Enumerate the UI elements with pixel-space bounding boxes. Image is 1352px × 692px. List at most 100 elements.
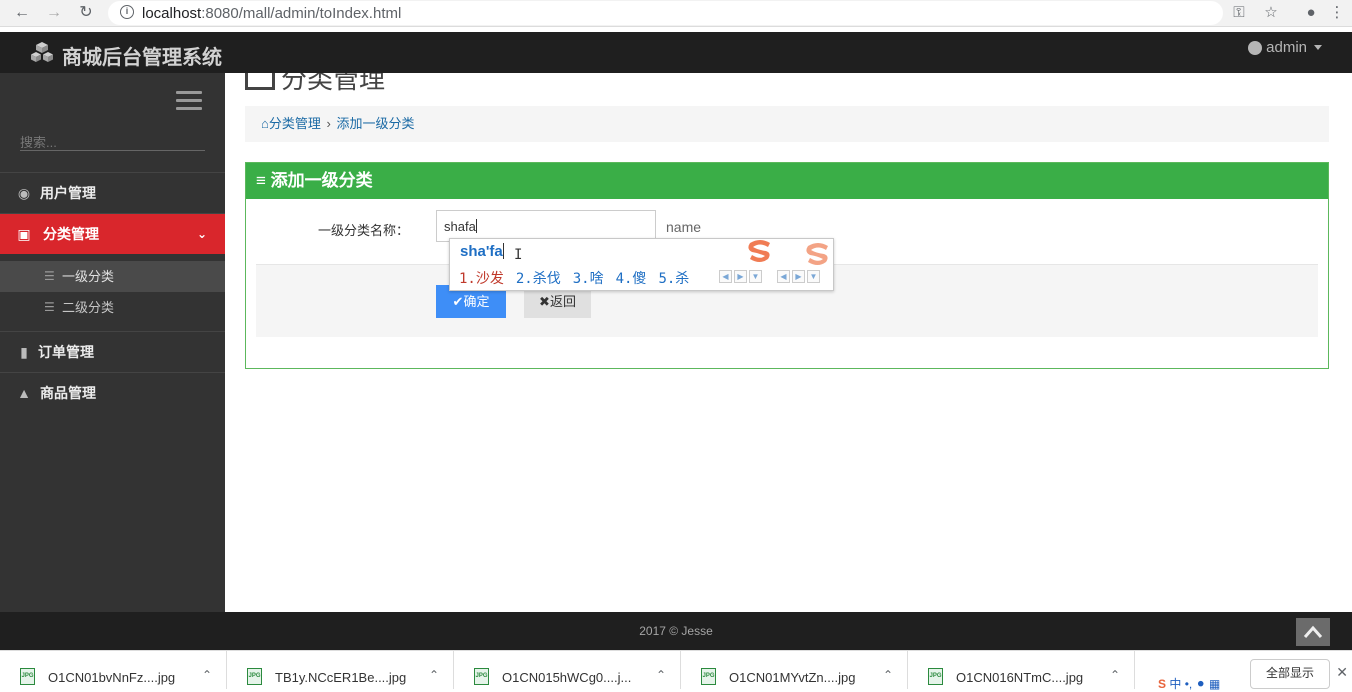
sidebar-item-products[interactable]: ▲ 商品管理 [0, 372, 225, 413]
download-item[interactable]: JPG O1CN016NTmC....jpg ⌃ [908, 651, 1135, 689]
ime-page-controls: ◀ ▶ ▼ [777, 270, 820, 283]
download-filename: O1CN015hWCg0....j... [502, 670, 632, 685]
back-to-top-button[interactable] [1296, 618, 1330, 646]
chevron-up-icon [1303, 625, 1323, 638]
profile-icon[interactable]: ● [1302, 4, 1320, 22]
username: admin [1266, 39, 1307, 56]
punctuation-icon: •, [1184, 677, 1193, 691]
panel-header: ≡ 添加一级分类 [246, 163, 1328, 199]
expand-down-icon[interactable]: ▼ [749, 270, 762, 283]
panel-title: 添加一级分类 [270, 171, 373, 190]
expand-down-icon[interactable]: ▼ [807, 270, 820, 283]
ime-candidate-window: sha'fa I 1.沙发 2.杀伐 3.啥 4.傻 5.杀 ◀ ▶ ▼ ◀ ▶ ▼ [449, 238, 834, 291]
chevron-down-icon: ⌄ [196, 227, 207, 241]
chevron-up-icon[interactable]: ⌃ [1110, 668, 1120, 682]
menu-dots-icon[interactable]: ⋮ [1328, 4, 1346, 22]
download-filename: TB1y.NCcER1Be....jpg [275, 670, 407, 685]
ime-status-bar: S 中 •, ⚫ ▦ [1158, 675, 1220, 692]
app-title[interactable]: 商城后台管理系统 [62, 41, 222, 70]
app-header: 商城后台管理系统 admin [0, 32, 1352, 73]
footer: 2017 © Jesse [0, 612, 1352, 650]
breadcrumb-separator: › [322, 116, 335, 131]
sidebar-subitem-label: 二级分类 [62, 300, 115, 315]
check-icon: ✔ [452, 294, 464, 309]
chevron-up-icon[interactable]: ⌃ [883, 668, 893, 682]
user-circle-icon: ◉ [17, 185, 31, 201]
sidebar-subitem-level1[interactable]: ☰ 一级分类 [0, 261, 225, 292]
keyboard-icon: ▦ [1209, 677, 1221, 691]
sidebar-item-categories[interactable]: ▣ 分类管理 ⌄ [0, 213, 225, 254]
sogou-logo-icon [806, 243, 828, 265]
chevron-up-icon[interactable]: ⌃ [656, 668, 666, 682]
category-icon: ▣ [17, 226, 31, 242]
ime-candidate[interactable]: 1.沙发 [459, 271, 504, 287]
page-right-icon[interactable]: ▶ [792, 270, 805, 283]
breadcrumb: ⌂分类管理 › 添加一级分类 [245, 106, 1329, 142]
download-filename: O1CN016NTmC....jpg [956, 670, 1084, 685]
chevron-up-icon[interactable]: ⌃ [429, 668, 439, 682]
list-icon: ☰ [44, 300, 55, 314]
sogou-logo-icon: S [1158, 677, 1167, 691]
download-filename: O1CN01MYvtZn....jpg [729, 670, 856, 685]
info-icon[interactable]: i [120, 5, 134, 19]
jpg-file-icon: JPG [247, 668, 262, 685]
sidebar-item-users[interactable]: ◉ 用户管理 [0, 172, 225, 213]
jpg-file-icon: JPG [474, 668, 489, 685]
show-all-button[interactable]: 全部显示 [1250, 659, 1330, 689]
breadcrumb-current: 添加一级分类 [336, 116, 415, 131]
bars-icon: ≡ [256, 171, 266, 190]
ime-mode[interactable]: 中 [1169, 677, 1181, 691]
mic-icon: ⚫ [1195, 677, 1206, 691]
caret-down-icon [1314, 45, 1322, 50]
browser-toolbar: ← → ↻ i localhost:8080/mall/admin/toInde… [0, 0, 1352, 27]
reload-icon[interactable]: ↻ [76, 3, 96, 23]
download-item[interactable]: JPG O1CN01MYvtZn....jpg ⌃ [681, 651, 908, 689]
user-menu[interactable]: admin [1248, 39, 1322, 56]
jpg-file-icon: JPG [928, 668, 943, 685]
back-arrow-icon[interactable]: ← [12, 3, 32, 23]
key-icon[interactable]: ⚿ [1230, 4, 1248, 22]
sidebar: 搜索... ◉ 用户管理 ▣ 分类管理 ⌄ ☰ 一级分类 ☰ 二级分类 ▮ 订单… [0, 73, 225, 612]
list-icon: ☰ [44, 269, 55, 283]
text-cursor-icon: I [514, 247, 523, 263]
url-text[interactable]: localhost:8080/mall/admin/toIndex.html [142, 5, 401, 22]
ime-composition: sha'fa [460, 243, 504, 260]
page-right-icon[interactable]: ▶ [734, 270, 747, 283]
footer-text: 2017 © Jesse [639, 624, 713, 638]
download-item[interactable]: JPG O1CN01bvNnFz....jpg ⌃ [0, 651, 227, 689]
cubes-logo-icon [31, 42, 53, 62]
page-left-icon[interactable]: ◀ [719, 270, 732, 283]
download-item[interactable]: JPG TB1y.NCcER1Be....jpg ⌃ [227, 651, 454, 689]
user-circle-icon [1248, 40, 1263, 55]
breadcrumb-home-link[interactable]: 分类管理 [269, 116, 321, 131]
main-content: 分类管理 ⌂分类管理 › 添加一级分类 ≡ 添加一级分类 一级分类名称： sha… [225, 73, 1352, 612]
star-icon[interactable]: ☆ [1262, 4, 1280, 22]
sidebar-item-label: 分类管理 [43, 226, 99, 242]
sogou-logo-icon [748, 240, 770, 262]
category-icon [245, 73, 275, 90]
field-hint: name [666, 219, 702, 235]
page-title: 分类管理 [245, 73, 385, 96]
jpg-file-icon: JPG [701, 668, 716, 685]
ime-candidate[interactable]: 3.啥 [573, 271, 604, 287]
sidebar-item-label: 订单管理 [38, 344, 94, 360]
sidebar-search-input[interactable]: 搜索... [20, 127, 205, 151]
forward-arrow-icon[interactable]: → [44, 3, 64, 23]
ime-page-controls: ◀ ▶ ▼ [719, 270, 762, 283]
download-item[interactable]: JPG O1CN015hWCg0....j... ⌃ [454, 651, 681, 689]
ime-candidate[interactable]: 5.杀 [658, 271, 689, 287]
hamburger-menu-icon[interactable] [176, 91, 202, 113]
sidebar-item-orders[interactable]: ▮ 订单管理 [0, 331, 225, 372]
document-icon: ▮ [20, 344, 28, 360]
shopping-bag-icon: ▲ [17, 385, 31, 401]
sidebar-subitem-level2[interactable]: ☰ 二级分类 [0, 292, 225, 323]
category-name-label: 一级分类名称： [318, 223, 410, 238]
ime-candidate[interactable]: 4.傻 [616, 271, 647, 287]
download-shelf: JPG O1CN01bvNnFz....jpg ⌃ JPG TB1y.NCcER… [0, 650, 1352, 691]
download-filename: O1CN01bvNnFz....jpg [48, 670, 176, 685]
ime-candidate[interactable]: 2.杀伐 [516, 271, 561, 287]
page-left-icon[interactable]: ◀ [777, 270, 790, 283]
chevron-up-icon[interactable]: ⌃ [202, 668, 212, 682]
close-icon: ✖ [539, 294, 550, 309]
close-icon[interactable]: ✕ [1336, 664, 1348, 681]
